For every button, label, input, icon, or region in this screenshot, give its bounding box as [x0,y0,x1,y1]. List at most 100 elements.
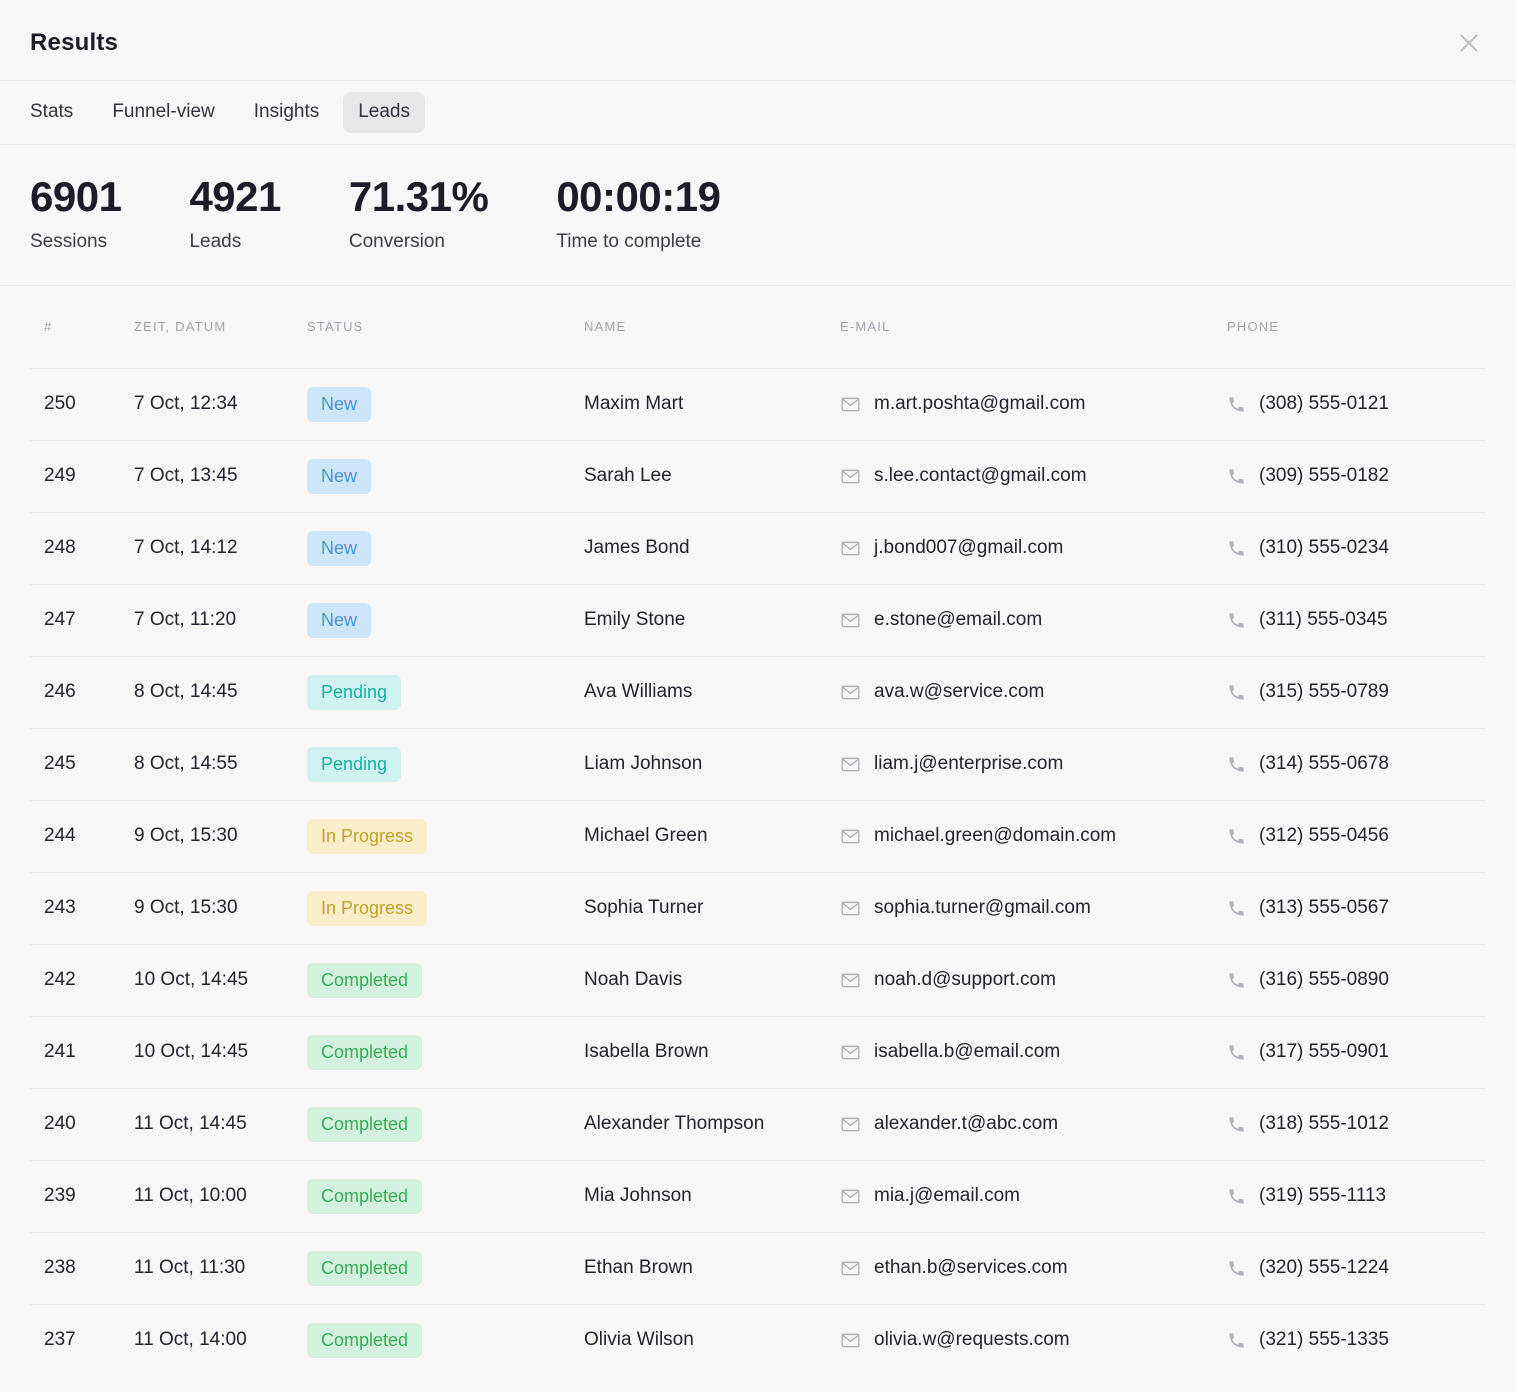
row-email-cell: isabella.b@email.com [840,1041,1227,1063]
row-email: s.lee.contact@gmail.com [874,465,1087,487]
table-row[interactable]: 245 8 Oct, 14:55 Pending Liam Johnson li… [30,728,1486,800]
column-header-name: Name [584,319,840,334]
row-phone-cell: (310) 555-0234 [1227,537,1486,559]
table-row[interactable]: 250 7 Oct, 12:34 New Maxim Mart m.art.po… [30,368,1486,440]
stats-row: 6901Sessions4921Leads71.31%Conversion00:… [0,145,1516,286]
tab-funnel-view[interactable]: Funnel-view [97,92,229,133]
row-phone-cell: (311) 555-0345 [1227,609,1486,631]
table-row[interactable]: 242 10 Oct, 14:45 Completed Noah Davis n… [30,944,1486,1016]
row-date: 11 Oct, 11:30 [134,1257,307,1279]
status-badge: Completed [307,1323,422,1359]
phone-icon [1227,395,1246,414]
row-phone: (319) 555-1113 [1259,1185,1386,1207]
stat-label: Sessions [30,231,121,253]
row-phone-cell: (315) 555-0789 [1227,681,1486,703]
row-email-cell: noah.d@support.com [840,969,1227,991]
phone-icon [1227,539,1246,558]
table-row[interactable]: 239 11 Oct, 10:00 Completed Mia Johnson … [30,1160,1486,1232]
phone-icon [1227,611,1246,630]
row-email: e.stone@email.com [874,609,1042,631]
row-date: 9 Oct, 15:30 [134,825,307,847]
row-phone-cell: (320) 555-1224 [1227,1257,1486,1279]
status-badge: Completed [307,1035,422,1071]
table-row[interactable]: 244 9 Oct, 15:30 In Progress Michael Gre… [30,800,1486,872]
mail-icon [840,394,861,415]
tab-insights[interactable]: Insights [239,92,334,133]
row-email: j.bond007@gmail.com [874,537,1063,559]
phone-icon [1227,899,1246,918]
row-email: noah.d@support.com [874,969,1056,991]
row-phone: (321) 555-1335 [1259,1329,1389,1351]
row-phone: (312) 555-0456 [1259,825,1389,847]
table-row[interactable]: 246 8 Oct, 14:45 Pending Ava Williams av… [30,656,1486,728]
row-phone: (316) 555-0890 [1259,969,1389,991]
row-id: 241 [30,1041,134,1063]
stat-conversion: 71.31%Conversion [349,173,488,253]
table-row[interactable]: 238 11 Oct, 11:30 Completed Ethan Brown … [30,1232,1486,1304]
row-name: Emily Stone [584,609,840,631]
stat-value: 00:00:19 [556,173,720,221]
row-email-cell: alexander.t@abc.com [840,1113,1227,1135]
row-name: Ethan Brown [584,1257,840,1279]
mail-icon [840,538,861,559]
mail-icon [840,1186,861,1207]
row-name: Liam Johnson [584,753,840,775]
mail-icon [840,682,861,703]
stat-value: 4921 [189,173,280,221]
row-id: 249 [30,465,134,487]
tab-stats[interactable]: Stats [15,92,88,133]
row-phone-cell: (314) 555-0678 [1227,753,1486,775]
row-email: michael.green@domain.com [874,825,1116,847]
row-id: 248 [30,537,134,559]
status-badge: Completed [307,1251,422,1287]
row-phone: (320) 555-1224 [1259,1257,1389,1279]
row-status-cell: New [307,387,584,423]
row-date: 7 Oct, 11:20 [134,609,307,631]
row-phone: (318) 555-1012 [1259,1113,1389,1135]
phone-icon [1227,1043,1246,1062]
table-header-row: # Zeit, Datum Status Name E-mail Phone [30,286,1486,368]
mail-icon [840,970,861,991]
row-name: Sophia Turner [584,897,840,919]
row-status-cell: New [307,459,584,495]
page-title: Results [30,29,118,57]
table-row[interactable]: 237 11 Oct, 14:00 Completed Olivia Wilso… [30,1304,1486,1376]
row-id: 238 [30,1257,134,1279]
row-email-cell: liam.j@enterprise.com [840,753,1227,775]
row-status-cell: Completed [307,1179,584,1215]
mail-icon [840,1330,861,1351]
status-badge: New [307,459,371,495]
close-button[interactable] [1452,26,1486,60]
row-name: Olivia Wilson [584,1329,840,1351]
mail-icon [840,898,861,919]
row-id: 240 [30,1113,134,1135]
row-phone: (313) 555-0567 [1259,897,1389,919]
row-status-cell: Completed [307,963,584,999]
table-row[interactable]: 241 10 Oct, 14:45 Completed Isabella Bro… [30,1016,1486,1088]
row-phone: (308) 555-0121 [1259,393,1389,415]
row-status-cell: New [307,531,584,567]
table-row[interactable]: 247 7 Oct, 11:20 New Emily Stone e.stone… [30,584,1486,656]
row-id: 243 [30,897,134,919]
table-row[interactable]: 248 7 Oct, 14:12 New James Bond j.bond00… [30,512,1486,584]
tab-leads[interactable]: Leads [343,92,425,133]
phone-icon [1227,683,1246,702]
row-phone-cell: (308) 555-0121 [1227,393,1486,415]
row-phone-cell: (312) 555-0456 [1227,825,1486,847]
row-email-cell: m.art.poshta@gmail.com [840,393,1227,415]
table-row[interactable]: 240 11 Oct, 14:45 Completed Alexander Th… [30,1088,1486,1160]
tabs-bar: StatsFunnel-viewInsightsLeads [0,80,1516,145]
mail-icon [840,1258,861,1279]
row-name: Maxim Mart [584,393,840,415]
table-row[interactable]: 243 9 Oct, 15:30 In Progress Sophia Turn… [30,872,1486,944]
row-email-cell: j.bond007@gmail.com [840,537,1227,559]
phone-icon [1227,971,1246,990]
row-phone-cell: (321) 555-1335 [1227,1329,1486,1351]
mail-icon [840,1114,861,1135]
panel-header: Results [0,0,1516,80]
table-row[interactable]: 249 7 Oct, 13:45 New Sarah Lee s.lee.con… [30,440,1486,512]
phone-icon [1227,1331,1246,1350]
mail-icon [840,826,861,847]
phone-icon [1227,755,1246,774]
row-date: 11 Oct, 14:00 [134,1329,307,1351]
